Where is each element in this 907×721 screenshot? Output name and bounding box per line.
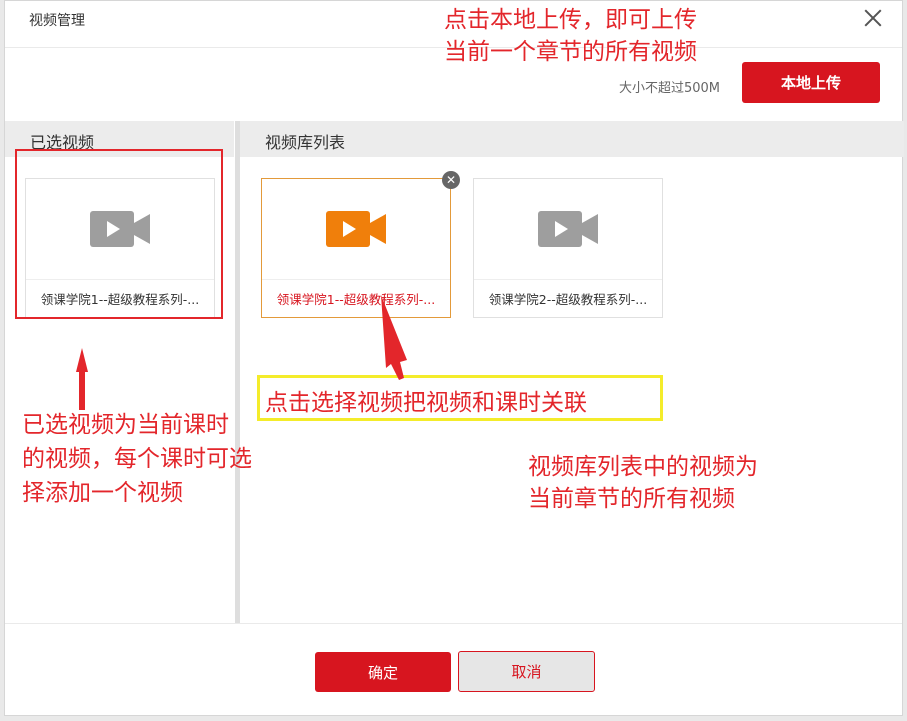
- library-video-card[interactable]: 领课学院1--超级教程系列-... ✕: [261, 171, 460, 318]
- annotation-select-text: 点击选择视频把视频和课时关联: [265, 390, 587, 416]
- annotation-selected-line3: 择添加一个视频: [22, 480, 183, 506]
- annotation-library-line1: 视频库列表中的视频为: [528, 454, 758, 480]
- video-management-dialog: 视频管理 大小不超过500M 本地上传 已选视频 领课学院1--超级教程系列-.…: [4, 0, 904, 716]
- annotation-library-line2: 当前章节的所有视频: [528, 486, 735, 512]
- confirm-button[interactable]: 确定: [315, 652, 451, 692]
- video-thumbnail: [474, 179, 662, 280]
- local-upload-button[interactable]: 本地上传: [742, 62, 880, 103]
- annotation-selected-line2: 的视频，每个课时可选: [22, 446, 252, 472]
- annotation-upload-line1: 点击本地上传，即可上传: [444, 7, 697, 33]
- video-library-panel: 视频库列表 领课学院1--超级教程系列-... ✕ 领课学院2--超级教程系列-…: [240, 121, 904, 623]
- video-name: 领课学院2--超级教程系列-...: [488, 292, 648, 307]
- upload-size-limit: 大小不超过500M: [618, 81, 720, 96]
- dialog-title: 视频管理: [29, 13, 85, 29]
- video-library-header: 视频库列表: [240, 121, 904, 157]
- remove-icon[interactable]: ✕: [442, 171, 460, 189]
- annotation-upload-line2: 当前一个章节的所有视频: [444, 39, 697, 65]
- library-video-card[interactable]: 领课学院2--超级教程系列-...: [473, 178, 663, 318]
- footer-divider: [5, 623, 902, 624]
- video-camera-icon: [538, 211, 598, 247]
- video-camera-icon: [326, 211, 386, 247]
- close-icon[interactable]: [862, 7, 884, 29]
- video-thumbnail: [262, 179, 450, 280]
- annotation-select-box: 点击选择视频把视频和课时关联: [257, 375, 663, 421]
- video-name: 领课学院1--超级教程系列-...: [276, 292, 436, 307]
- video-library-title: 视频库列表: [265, 133, 346, 152]
- cancel-button[interactable]: 取消: [458, 651, 595, 692]
- selected-video-highlight-box: [15, 149, 223, 319]
- annotation-selected-line1: 已选视频为当前课时: [22, 412, 229, 438]
